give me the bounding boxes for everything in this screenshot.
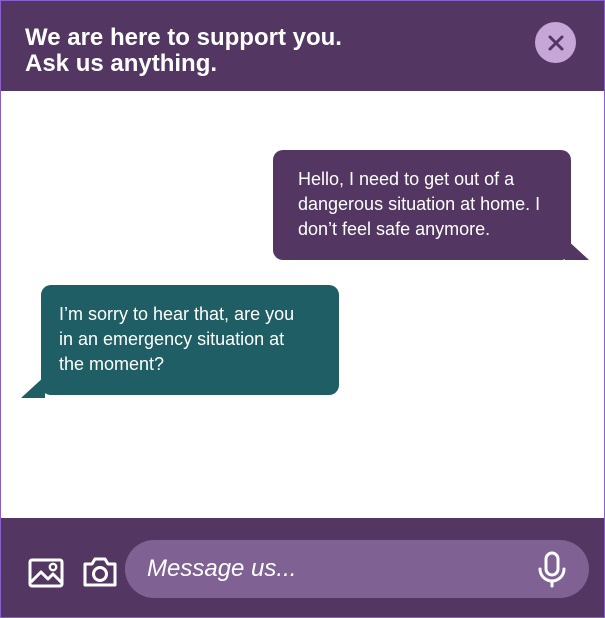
image-icon: [28, 558, 64, 588]
header-title-line-2: Ask us anything.: [25, 50, 218, 77]
microphone-icon: [538, 551, 566, 588]
message-input[interactable]: [147, 550, 527, 588]
agent-message-line-1: I’m sorry to hear that, are you: [59, 304, 295, 324]
camera-button[interactable]: [82, 556, 118, 588]
user-message-line-1: Hello, I need to get out of a: [298, 169, 515, 189]
user-message-line-2: dangerous situation at home. I: [298, 194, 541, 214]
chat-header: We are here to support you. Ask us anyth…: [1, 1, 604, 91]
voice-input-button[interactable]: [535, 551, 569, 589]
close-icon: [548, 35, 563, 50]
close-button[interactable]: [535, 22, 576, 63]
header-title-line-1: We are here to support you.: [25, 24, 342, 51]
agent-message-line-3: the moment?: [59, 354, 165, 374]
agent-bubble-tail: [21, 376, 45, 398]
message-bar: [125, 540, 589, 598]
user-bubble-tail: [565, 238, 589, 260]
support-chat-window: We are here to support you. Ask us anyth…: [0, 0, 605, 618]
image-upload-button[interactable]: [28, 558, 64, 588]
user-message-line-3: don’t feel safe anymore.: [298, 219, 491, 239]
chat-footer: [1, 518, 604, 617]
user-message-bubble: Hello, I need to get out of a dangerous …: [273, 150, 589, 260]
header-title: We are here to support you. Ask us anyth…: [25, 25, 505, 77]
agent-message-line-2: in an emergency situation at: [59, 329, 285, 349]
chat-area: Hello, I need to get out of a dangerous …: [1, 91, 604, 518]
camera-icon: [83, 557, 117, 587]
agent-message-bubble: I’m sorry to hear that, are you in an em…: [21, 285, 339, 398]
